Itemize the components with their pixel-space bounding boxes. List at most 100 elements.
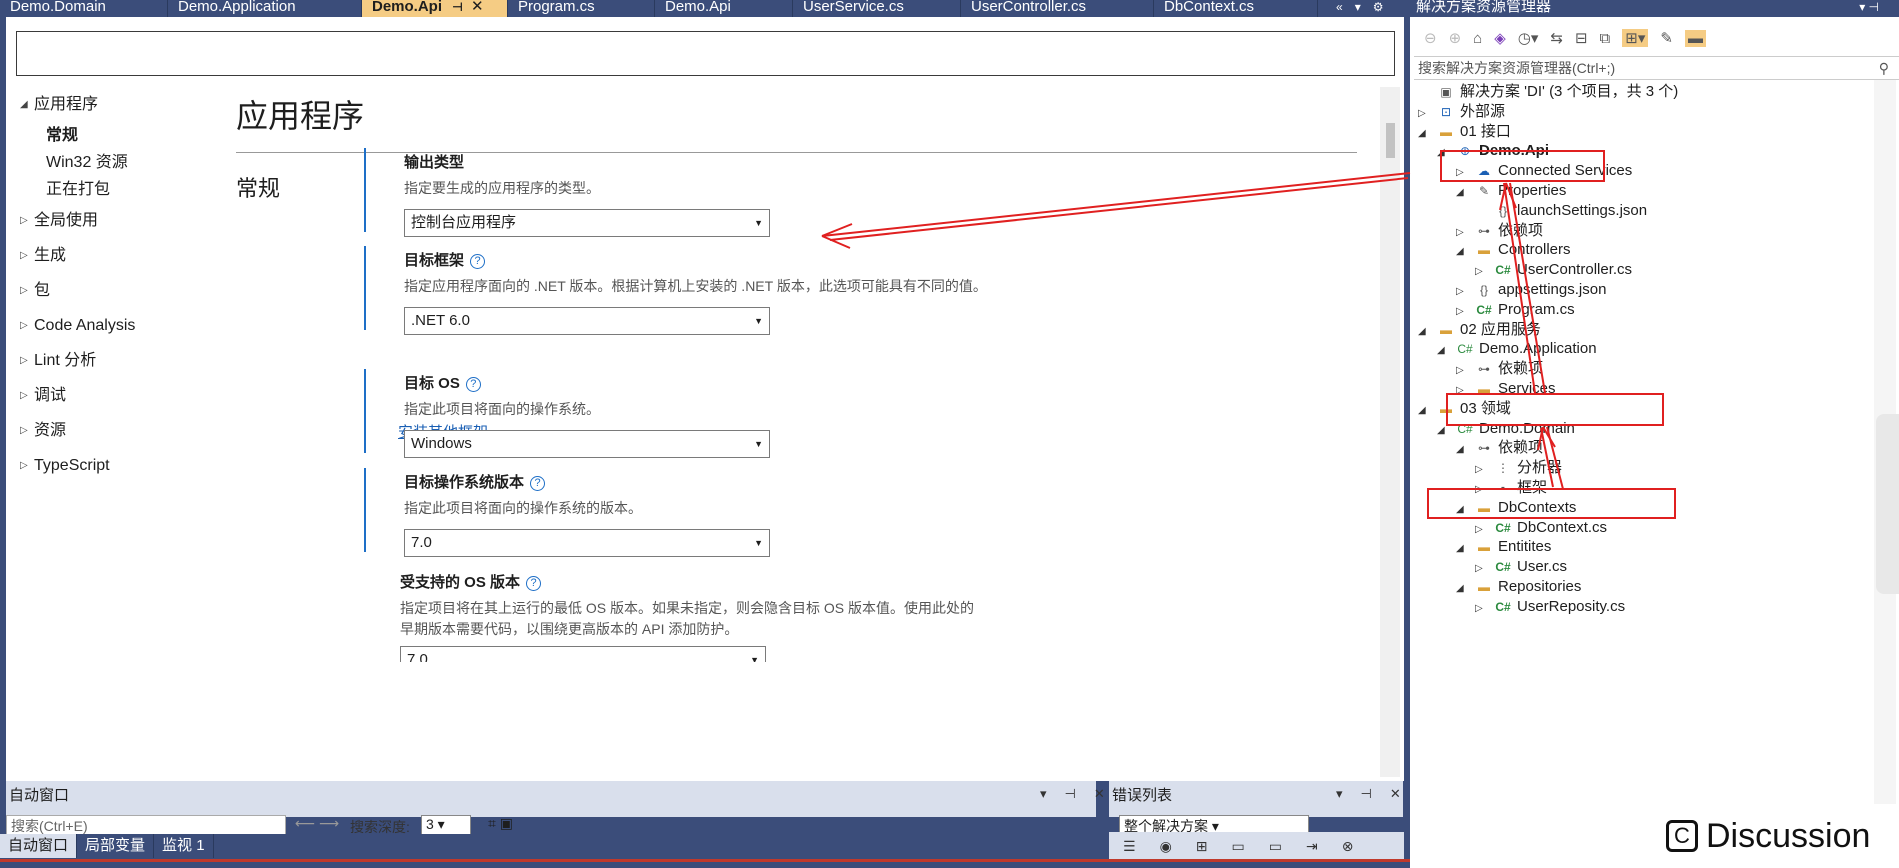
close-icon[interactable]: ✕ [1390, 786, 1401, 802]
collapse-triangle-icon[interactable]: ◢ [1437, 141, 1455, 165]
copy-icon[interactable]: ⧉ [1600, 30, 1611, 47]
chevron-down-icon: ▼ [750, 655, 759, 662]
collapse-icon[interactable]: ⊟ [1575, 29, 1588, 47]
editor-scrollbar[interactable] [1380, 87, 1400, 777]
document-tab[interactable]: Demo.Application [168, 0, 362, 17]
document-tab[interactable]: UserService.cs [793, 0, 961, 17]
expand-triangle-icon[interactable]: ▷ [1475, 597, 1493, 621]
collapse-triangle-icon[interactable]: ◢ [1418, 122, 1436, 146]
autos-search-input[interactable]: 搜索(Ctrl+E) [6, 815, 286, 835]
collapse-triangle-icon[interactable]: ◢ [1437, 339, 1455, 363]
output-type-select[interactable]: 控制台应用程序 ▼ [404, 209, 770, 237]
collapse-triangle-icon[interactable]: ◢ [1456, 498, 1474, 522]
forward-icon[interactable]: ⊕ [1449, 29, 1462, 47]
clear-icon[interactable]: ⊗ [1342, 838, 1354, 855]
expand-triangle-icon[interactable]: ▷ [20, 308, 34, 343]
expand-triangle-icon[interactable]: ▷ [20, 273, 34, 308]
document-tab[interactable]: DbContext.cs [1154, 0, 1318, 17]
dropdown-icon[interactable]: ▾ [1336, 786, 1343, 802]
nav-item[interactable]: ▷ 生成 [6, 238, 226, 273]
nav-item[interactable]: Win32 资源 [6, 149, 226, 176]
debug-tab[interactable]: 监视 1 [154, 834, 214, 858]
nav-item[interactable]: ▷ Code Analysis [6, 308, 226, 343]
expand-triangle-icon[interactable]: ▷ [20, 413, 34, 448]
terminal-icon[interactable]: ▭ [1232, 838, 1245, 855]
search-depth-select[interactable]: 3 ▾ [421, 815, 471, 835]
collapse-triangle-icon[interactable]: ◢ [1437, 419, 1455, 443]
debug-tab[interactable]: 自动窗口 [0, 834, 78, 858]
sync-icon[interactable]: ⇆ [1550, 29, 1563, 47]
nav-item[interactable]: ▷ Lint 分析 [6, 343, 226, 378]
target-os-select[interactable]: Windows ▼ [404, 430, 770, 458]
collapse-triangle-icon[interactable]: ◢ [1456, 577, 1474, 601]
console-icon[interactable]: ▭ [1269, 838, 1282, 855]
debug-window-tabs: 自动窗口 局部变量 监视 1 [0, 834, 1109, 858]
nav-item[interactable]: ◢ 应用程序 [6, 87, 226, 122]
home-icon[interactable]: ⌂ [1473, 30, 1482, 47]
scrollbar-thumb[interactable] [1386, 123, 1395, 158]
solution-explorer-search[interactable]: 搜索解决方案资源管理器(Ctrl+;) ⚲ [1414, 56, 1899, 80]
floating-side-toolbar[interactable] [1876, 414, 1899, 594]
settings-gear-icon[interactable]: ⚙ [1373, 0, 1384, 17]
history-icon[interactable]: ◷▾ [1518, 29, 1539, 47]
expand-triangle-icon[interactable]: ▷ [20, 343, 34, 378]
filter-icon[interactable]: ⊞▾ [1622, 29, 1649, 47]
supported-os-version-select[interactable]: 7.0 ▼ [400, 646, 766, 662]
expand-triangle-icon[interactable]: ▷ [20, 378, 34, 413]
target-framework-select[interactable]: .NET 6.0 ▼ [404, 307, 770, 335]
export-icon[interactable]: ⇥ [1306, 838, 1318, 855]
document-tab[interactable]: UserController.cs [961, 0, 1154, 17]
debug-tab[interactable]: 局部变量 [77, 834, 155, 858]
back-forward-arrows[interactable]: ⟵ ⟶ [295, 815, 339, 832]
nav-item[interactable]: ▷ 资源 [6, 413, 226, 448]
expand-triangle-icon[interactable]: ▷ [20, 203, 34, 238]
vs-icon[interactable]: ◈ [1494, 29, 1506, 47]
preview-icon[interactable]: ▬ [1684, 29, 1706, 47]
wrench-icon[interactable]: ✎ [1660, 29, 1673, 47]
document-tab[interactable]: Demo.Domain [0, 0, 168, 17]
collapse-triangle-icon[interactable]: ◢ [1418, 399, 1436, 423]
breakpoint-icon[interactable]: ◉ [1160, 838, 1172, 855]
collapse-triangle-icon[interactable]: ◢ [1418, 320, 1436, 344]
pin-icon[interactable]: ⊣ [1065, 786, 1076, 802]
tree-row-label: 02 应用服务 [1460, 320, 1541, 338]
help-icon[interactable]: ? [470, 254, 486, 269]
target-os-version-select[interactable]: 7.0 ▼ [404, 529, 770, 557]
output-icon[interactable]: ⊞ [1196, 838, 1208, 855]
tab-overflow-icon[interactable]: « [1336, 0, 1343, 17]
output-type-value: 控制台应用程序 [411, 214, 517, 231]
pin-icon[interactable]: ⊣ [452, 0, 463, 14]
help-icon[interactable]: ? [465, 377, 481, 392]
help-icon[interactable]: ? [526, 576, 542, 591]
nav-item[interactable]: 常规 [6, 122, 226, 149]
nav-item[interactable]: 正在打包 [6, 176, 226, 203]
document-tab[interactable]: Demo.Api ⊣ ✕ [362, 0, 508, 17]
tree-row[interactable]: ▷ C# UserReposity.cs [1475, 595, 1625, 619]
collapse-triangle-icon[interactable]: ◢ [1456, 438, 1474, 462]
dropdown-icon[interactable]: ▾ [1040, 786, 1047, 802]
collapse-triangle-icon[interactable]: ◢ [1456, 181, 1474, 205]
page-title: 应用程序 [236, 98, 365, 134]
document-tab[interactable]: Demo.Api [655, 0, 793, 17]
expand-triangle-icon[interactable]: ▷ [20, 448, 34, 483]
collapse-triangle-icon[interactable]: ◢ [1456, 537, 1474, 561]
nav-item[interactable]: ▷ 全局使用 [6, 203, 226, 238]
nav-item[interactable]: ▷ 调试 [6, 378, 226, 413]
expand-triangle-icon[interactable]: ▷ [20, 238, 34, 273]
help-icon[interactable]: ? [530, 476, 546, 491]
autos-toolbar-icons[interactable]: ⌗ ▣ [488, 815, 513, 832]
tab-dropdown-icon[interactable]: ▾ [1355, 0, 1361, 17]
close-icon[interactable]: ✕ [1094, 786, 1105, 802]
close-icon[interactable]: ✕ [471, 0, 484, 15]
stack-icon[interactable]: ☰ [1123, 838, 1136, 855]
document-tab[interactable]: Program.cs [508, 0, 655, 17]
collapse-triangle-icon[interactable]: ◢ [1456, 240, 1474, 264]
solution-explorer-title-tools[interactable]: ▾ ⊣ [1859, 0, 1879, 14]
back-icon[interactable]: ⊖ [1424, 29, 1437, 47]
properties-search-box[interactable] [16, 31, 1395, 76]
collapse-triangle-icon[interactable]: ◢ [20, 87, 34, 122]
field-accent-bar [364, 246, 366, 330]
pin-icon[interactable]: ⊣ [1361, 786, 1372, 802]
nav-item[interactable]: ▷ 包 [6, 273, 226, 308]
nav-item[interactable]: ▷ TypeScript [6, 448, 226, 483]
